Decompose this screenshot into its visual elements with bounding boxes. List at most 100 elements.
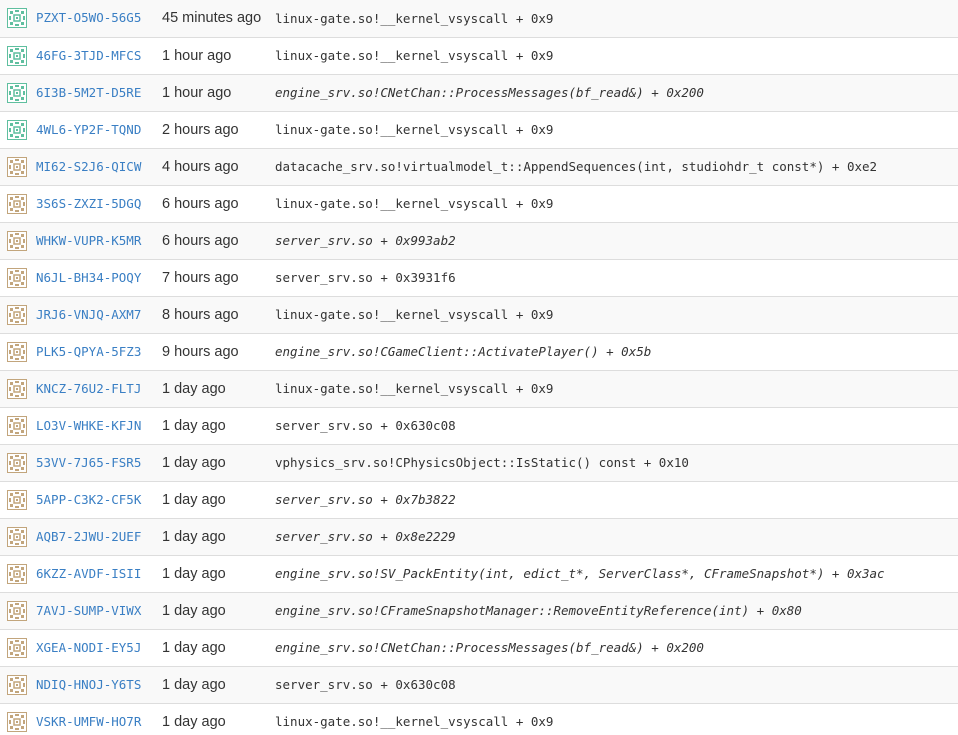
- tan-pattern-avatar-icon: [7, 267, 27, 288]
- report-id-link[interactable]: 53VV-7J65-FSR5: [34, 455, 141, 470]
- crash-signature: engine_srv.so!CNetChan::ProcessMessages(…: [275, 74, 958, 112]
- crash-signature: vphysics_srv.so!CPhysicsObject::IsStatic…: [275, 444, 958, 482]
- crash-report-row[interactable]: KNCZ-76U2-FLTJ 1 day ago linux-gate.so!__k…: [0, 370, 958, 408]
- crash-signature: linux-gate.so!__kernel_vsyscall + 0x9: [275, 703, 958, 735]
- tan-pattern-avatar-icon: [7, 489, 27, 510]
- crash-signature: engine_srv.so!CNetChan::ProcessMessages(…: [275, 629, 958, 667]
- crash-report-row[interactable]: NDIQ-HNOJ-Y6TS 1 day ago server_srv.so + 0…: [0, 666, 958, 704]
- tan-pattern-avatar-icon: [7, 674, 27, 695]
- report-id-link[interactable]: 4WL6-YP2F-TQND: [34, 122, 141, 137]
- tan-pattern-avatar-icon: [7, 156, 27, 177]
- report-id-link[interactable]: LO3V-WHKE-KFJN: [34, 418, 141, 433]
- report-id-link[interactable]: VSKR-UMFW-HO7R: [34, 714, 141, 729]
- crash-signature: datacache_srv.so!virtualmodel_t::AppendS…: [275, 148, 958, 186]
- crash-report-row[interactable]: LO3V-WHKE-KFJN 1 day ago server_srv.so + 0…: [0, 407, 958, 445]
- avatar-cell: [0, 444, 34, 482]
- report-time: 9 hours ago: [162, 333, 275, 371]
- crash-report-row[interactable]: PZXT-O5WO-56G5 45 minutes ago linux-gate.s…: [0, 0, 958, 38]
- report-id-link[interactable]: NDIQ-HNOJ-Y6TS: [34, 677, 141, 692]
- report-id-link[interactable]: AQB7-2JWU-2UEF: [34, 529, 141, 544]
- report-id-cell: 6I3B-5M2T-D5RE: [34, 74, 162, 112]
- crash-signature: engine_srv.so!SV_PackEntity(int, edict_t…: [275, 555, 958, 593]
- report-id-link[interactable]: 6I3B-5M2T-D5RE: [34, 85, 141, 100]
- tan-pattern-avatar-icon: [7, 341, 27, 362]
- report-id-link[interactable]: 46FG-3TJD-MFCS: [34, 48, 141, 63]
- crash-signature: server_srv.so + 0x8e2229: [275, 518, 958, 556]
- report-id-link[interactable]: WHKW-VUPR-K5MR: [34, 233, 141, 248]
- report-time: 6 hours ago: [162, 185, 275, 223]
- crash-report-row[interactable]: 53VV-7J65-FSR5 1 day ago vphysics_srv.so!C…: [0, 444, 958, 482]
- report-id-link[interactable]: KNCZ-76U2-FLTJ: [34, 381, 141, 396]
- crash-report-row[interactable]: 6I3B-5M2T-D5RE 1 hour ago engine_srv.so!CN…: [0, 74, 958, 112]
- report-time: 7 hours ago: [162, 259, 275, 297]
- report-time: 1 day ago: [162, 370, 275, 408]
- crash-report-row[interactable]: AQB7-2JWU-2UEF 1 day ago server_srv.so + 0…: [0, 518, 958, 556]
- report-id-cell: N6JL-BH34-POQY: [34, 259, 162, 297]
- report-id-cell: KNCZ-76U2-FLTJ: [34, 370, 162, 408]
- report-id-link[interactable]: N6JL-BH34-POQY: [34, 270, 141, 285]
- avatar-cell: [0, 370, 34, 408]
- crash-signature: server_srv.so + 0x630c08: [275, 407, 958, 445]
- report-time: 1 day ago: [162, 444, 275, 482]
- report-time: 45 minutes ago: [162, 0, 275, 38]
- report-id-link[interactable]: PLK5-QPYA-5FZ3: [34, 344, 141, 359]
- crash-report-row[interactable]: 7AVJ-SUMP-VIWX 1 day ago engine_srv.so!CFr…: [0, 592, 958, 630]
- crash-signature: server_srv.so + 0x993ab2: [275, 222, 958, 260]
- crash-report-row[interactable]: PLK5-QPYA-5FZ3 9 hours ago engine_srv.so!C…: [0, 333, 958, 371]
- avatar-cell: [0, 222, 34, 260]
- crash-report-row[interactable]: 3S6S-ZXZI-5DGQ 6 hours ago linux-gate.so!_…: [0, 185, 958, 223]
- avatar-cell: [0, 407, 34, 445]
- tan-pattern-avatar-icon: [7, 415, 27, 436]
- crash-signature: server_srv.so + 0x3931f6: [275, 259, 958, 297]
- crash-report-row[interactable]: 5APP-C3K2-CF5K 1 day ago server_srv.so + 0…: [0, 481, 958, 519]
- avatar-cell: [0, 185, 34, 223]
- report-id-link[interactable]: 7AVJ-SUMP-VIWX: [34, 603, 141, 618]
- crash-signature: linux-gate.so!__kernel_vsyscall + 0x9: [275, 0, 958, 38]
- avatar-cell: [0, 629, 34, 667]
- report-id-link[interactable]: 3S6S-ZXZI-5DGQ: [34, 196, 141, 211]
- report-id-link[interactable]: JRJ6-VNJQ-AXM7: [34, 307, 141, 322]
- report-id-cell: 6KZZ-AVDF-ISII: [34, 555, 162, 593]
- crash-signature: engine_srv.so!CGameClient::ActivatePlaye…: [275, 333, 958, 371]
- report-id-cell: AQB7-2JWU-2UEF: [34, 518, 162, 556]
- crash-report-row[interactable]: MI62-S2J6-QICW 4 hours ago datacache_srv.s…: [0, 148, 958, 186]
- crash-signature: server_srv.so + 0x630c08: [275, 666, 958, 704]
- report-time: 1 day ago: [162, 407, 275, 445]
- report-id-link[interactable]: XGEA-NODI-EY5J: [34, 640, 141, 655]
- report-time: 1 hour ago: [162, 37, 275, 75]
- avatar-cell: [0, 333, 34, 371]
- tan-pattern-avatar-icon: [7, 193, 27, 214]
- crash-report-row[interactable]: 6KZZ-AVDF-ISII 1 day ago engine_srv.so!SV_…: [0, 555, 958, 593]
- avatar-cell: [0, 111, 34, 149]
- report-id-link[interactable]: MI62-S2J6-QICW: [34, 159, 141, 174]
- avatar-cell: [0, 296, 34, 334]
- crash-report-row[interactable]: 46FG-3TJD-MFCS 1 hour ago linux-gate.so!__…: [0, 37, 958, 75]
- report-id-cell: 46FG-3TJD-MFCS: [34, 37, 162, 75]
- report-id-cell: PLK5-QPYA-5FZ3: [34, 333, 162, 371]
- avatar-cell: [0, 592, 34, 630]
- crash-signature: linux-gate.so!__kernel_vsyscall + 0x9: [275, 37, 958, 75]
- crash-report-rows: PZXT-O5WO-56G5 45 minutes ago linux-gate.s…: [0, 0, 958, 735]
- crash-report-row[interactable]: XGEA-NODI-EY5J 1 day ago engine_srv.so!CNe…: [0, 629, 958, 667]
- report-id-link[interactable]: 6KZZ-AVDF-ISII: [34, 566, 141, 581]
- report-id-link[interactable]: 5APP-C3K2-CF5K: [34, 492, 141, 507]
- green-pattern-avatar-icon: [7, 82, 27, 103]
- crash-report-row[interactable]: VSKR-UMFW-HO7R 1 day ago linux-gate.so!__k…: [0, 703, 958, 735]
- crash-signature: engine_srv.so!CFrameSnapshotManager::Rem…: [275, 592, 958, 630]
- report-time: 1 day ago: [162, 666, 275, 704]
- avatar-cell: [0, 74, 34, 112]
- crash-signature: linux-gate.so!__kernel_vsyscall + 0x9: [275, 185, 958, 223]
- report-id-cell: VSKR-UMFW-HO7R: [34, 703, 162, 735]
- report-id-link[interactable]: PZXT-O5WO-56G5: [34, 10, 141, 25]
- tan-pattern-avatar-icon: [7, 563, 27, 584]
- crash-report-row[interactable]: 4WL6-YP2F-TQND 2 hours ago linux-gate.so!_…: [0, 111, 958, 149]
- report-id-cell: 4WL6-YP2F-TQND: [34, 111, 162, 149]
- crash-report-row[interactable]: N6JL-BH34-POQY 7 hours ago server_srv.so +…: [0, 259, 958, 297]
- tan-pattern-avatar-icon: [7, 637, 27, 658]
- avatar-cell: [0, 481, 34, 519]
- crash-report-row[interactable]: JRJ6-VNJQ-AXM7 8 hours ago linux-gate.so!_…: [0, 296, 958, 334]
- report-time: 1 day ago: [162, 629, 275, 667]
- report-id-cell: 7AVJ-SUMP-VIWX: [34, 592, 162, 630]
- crash-report-row[interactable]: WHKW-VUPR-K5MR 6 hours ago server_srv.so +…: [0, 222, 958, 260]
- crash-signature: linux-gate.so!__kernel_vsyscall + 0x9: [275, 370, 958, 408]
